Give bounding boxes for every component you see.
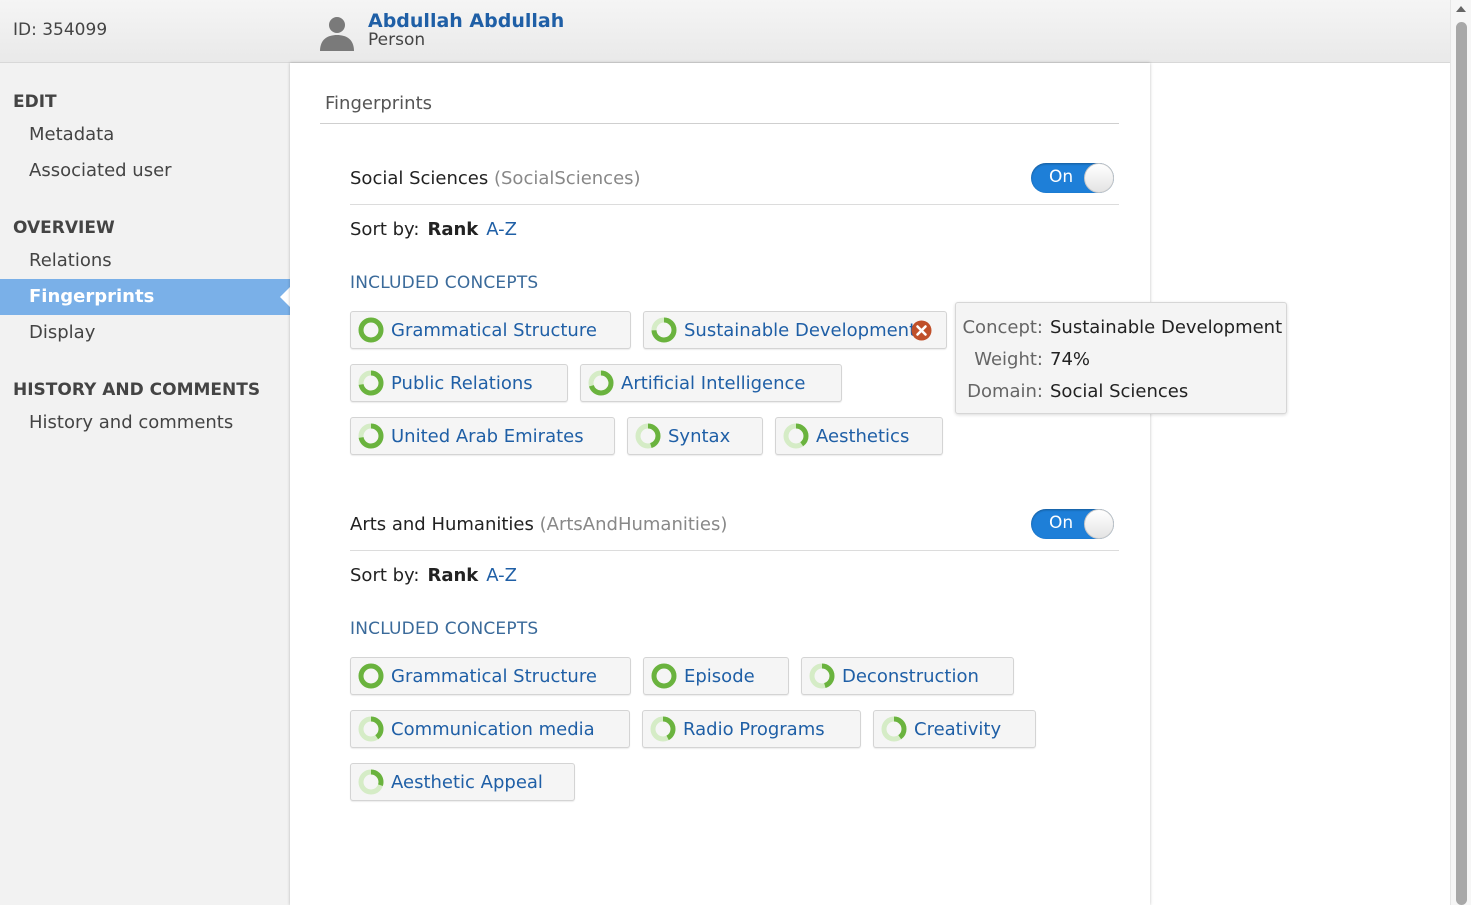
- toggle-label: On: [1049, 167, 1074, 187]
- divider: [350, 204, 1119, 205]
- sort-control: Sort by: Rank A-Z: [350, 565, 517, 586]
- sort-az-link[interactable]: A-Z: [486, 219, 517, 240]
- concept-label: Grammatical Structure: [391, 319, 597, 341]
- weight-ring-icon: [809, 663, 835, 689]
- sort-control: Sort by: Rank A-Z: [350, 219, 517, 240]
- sidebar-item-display[interactable]: Display: [29, 322, 95, 343]
- concept-chip[interactable]: Grammatical Structure: [350, 657, 631, 695]
- concept-chip[interactable]: Radio Programs: [642, 710, 861, 748]
- weight-ring-icon: [358, 317, 384, 343]
- domain-name: Arts and Humanities: [350, 514, 534, 535]
- sidebar-item-fingerprints[interactable]: Fingerprints: [0, 279, 290, 315]
- sidebar-item-label: Fingerprints: [29, 286, 155, 307]
- sidebar-item-associated-user[interactable]: Associated user: [29, 160, 172, 181]
- weight-ring-icon: [635, 423, 661, 449]
- weight-ring-icon: [358, 716, 384, 742]
- concept-label: Communication media: [391, 718, 595, 740]
- person-type: Person: [368, 30, 426, 50]
- domain-toggle-social-sciences[interactable]: On: [1031, 163, 1114, 193]
- concept-label: United Arab Emirates: [391, 425, 584, 447]
- concept-tooltip: Concept: Sustainable Development Weight:…: [955, 302, 1287, 414]
- sidebar-item-relations[interactable]: Relations: [29, 250, 112, 271]
- included-concepts-label: INCLUDED CONCEPTS: [350, 619, 539, 639]
- sidebar-heading-edit: EDIT: [13, 92, 57, 112]
- weight-ring-icon: [783, 423, 809, 449]
- weight-ring-icon: [881, 716, 907, 742]
- concept-chip[interactable]: Artificial Intelligence: [580, 364, 842, 402]
- record-header: ID: 354099 Abdullah Abdullah Person: [0, 0, 1450, 63]
- sidebar-heading-overview: OVERVIEW: [13, 218, 115, 238]
- sort-label: Sort by:: [350, 565, 420, 586]
- sort-rank-option[interactable]: Rank: [427, 565, 478, 586]
- page-title: Fingerprints: [325, 93, 433, 114]
- concept-label: Episode: [684, 665, 755, 687]
- tooltip-key: Weight:: [974, 349, 1043, 370]
- record-id: ID: 354099: [13, 20, 108, 40]
- concept-label: Aesthetic Appeal: [391, 771, 543, 793]
- toggle-label: On: [1049, 513, 1074, 533]
- concept-label: Syntax: [668, 425, 731, 447]
- ring-fill: [651, 663, 677, 689]
- concept-label: Deconstruction: [842, 665, 979, 687]
- sort-label: Sort by:: [350, 219, 420, 240]
- weight-ring-icon: [358, 370, 384, 396]
- sidebar-heading-history: HISTORY AND COMMENTS: [13, 380, 261, 400]
- concept-chip[interactable]: Sustainable Development: [643, 311, 947, 349]
- sort-rank-option[interactable]: Rank: [427, 219, 478, 240]
- sidebar-nav: EDIT Metadata Associated user OVERVIEW R…: [0, 63, 290, 905]
- weight-ring-icon: [358, 769, 384, 795]
- weight-ring-icon: [588, 370, 614, 396]
- domain-code: (ArtsAndHumanities): [539, 514, 728, 535]
- domain-title-social-sciences: Social Sciences (SocialSciences): [350, 168, 641, 189]
- concept-label: Aesthetics: [816, 425, 910, 447]
- weight-ring-icon: [651, 317, 677, 343]
- sort-az-link[interactable]: A-Z: [486, 565, 517, 586]
- divider: [320, 123, 1119, 124]
- concept-chip[interactable]: Grammatical Structure: [350, 311, 631, 349]
- concept-label: Sustainable Development: [684, 319, 917, 341]
- sidebar-item-metadata[interactable]: Metadata: [29, 124, 114, 145]
- domain-name: Social Sciences: [350, 168, 489, 189]
- concept-chip[interactable]: United Arab Emirates: [350, 417, 615, 455]
- person-avatar-icon: [320, 17, 354, 51]
- scroll-thumb[interactable]: [1456, 22, 1467, 905]
- concept-chip[interactable]: Syntax: [627, 417, 763, 455]
- scroll-up-arrow-icon[interactable]: [1456, 6, 1466, 12]
- concept-label: Grammatical Structure: [391, 665, 597, 687]
- tooltip-key: Domain:: [967, 381, 1043, 402]
- ring-fill: [358, 663, 384, 689]
- concept-chip[interactable]: Episode: [643, 657, 789, 695]
- weight-ring-icon: [650, 716, 676, 742]
- concept-chip[interactable]: Aesthetic Appeal: [350, 763, 575, 801]
- divider: [350, 550, 1119, 551]
- concept-label: Creativity: [914, 718, 1002, 740]
- weight-ring-icon: [358, 423, 384, 449]
- concept-chip[interactable]: Deconstruction: [801, 657, 1014, 695]
- domain-toggle-arts-and-humanities[interactable]: On: [1031, 509, 1114, 539]
- tooltip-value: Social Sciences: [1050, 381, 1189, 402]
- tooltip-value: Sustainable Development: [1050, 317, 1283, 338]
- weight-ring-icon: [358, 663, 384, 689]
- concept-label: Public Relations: [391, 372, 533, 394]
- included-concepts-label: INCLUDED CONCEPTS: [350, 273, 539, 293]
- concept-chip[interactable]: Communication media: [350, 710, 630, 748]
- person-name-link[interactable]: Abdullah Abdullah: [368, 10, 564, 32]
- page-scrollbar[interactable]: [1450, 0, 1471, 905]
- toggle-knob: [1084, 509, 1114, 539]
- fingerprints-panel: Fingerprints Social Sciences (SocialScie…: [290, 63, 1150, 905]
- domain-code: (SocialSciences): [493, 168, 641, 189]
- concept-label: Artificial Intelligence: [621, 372, 806, 394]
- tooltip-key: Concept:: [962, 317, 1043, 338]
- concept-chip[interactable]: Public Relations: [350, 364, 568, 402]
- concept-chip[interactable]: Aesthetics: [775, 417, 943, 455]
- weight-ring-icon: [651, 663, 677, 689]
- ring-fill: [358, 317, 384, 343]
- toggle-knob: [1084, 163, 1114, 193]
- domain-title-arts-and-humanities: Arts and Humanities (ArtsAndHumanities): [350, 514, 727, 535]
- concept-label: Radio Programs: [683, 718, 825, 740]
- concept-chip[interactable]: Creativity: [873, 710, 1036, 748]
- sidebar-item-history-and-comments[interactable]: History and comments: [29, 412, 233, 433]
- tooltip-value: 74%: [1050, 349, 1091, 370]
- remove-concept-icon[interactable]: [911, 320, 932, 341]
